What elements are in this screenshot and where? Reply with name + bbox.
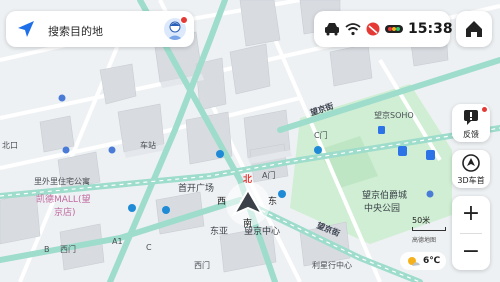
home-icon bbox=[466, 21, 482, 37]
poi-label: 西门 bbox=[60, 245, 76, 254]
compass-south: 南 bbox=[243, 219, 253, 229]
poi-label: 望京中心 bbox=[244, 227, 281, 237]
poi-label: A1 bbox=[112, 237, 123, 246]
poi-label: 里外里住宅公寓 bbox=[34, 177, 90, 186]
poi-label: 凯德MALL(望 bbox=[36, 195, 91, 205]
wifi-icon bbox=[345, 23, 361, 36]
poi-label: 东亚 bbox=[210, 227, 229, 237]
poi-label: 西门 bbox=[194, 261, 210, 270]
search-bar[interactable]: 搜索目的地 bbox=[6, 11, 194, 47]
poi-label: 京店) bbox=[54, 208, 76, 218]
status-bar: 15:38 bbox=[314, 11, 453, 47]
notification-dot bbox=[180, 16, 188, 24]
compass-west: 西 bbox=[217, 197, 227, 207]
temperature: 6℃ bbox=[423, 256, 441, 266]
home-button[interactable] bbox=[456, 11, 492, 47]
search-input[interactable]: 搜索目的地 bbox=[48, 23, 103, 39]
zoom-out-button[interactable]: − bbox=[452, 234, 490, 270]
feedback-button[interactable]: 反馈 bbox=[452, 104, 490, 142]
poi-label: 北口 bbox=[2, 141, 18, 150]
poi-label: C门 bbox=[314, 131, 328, 140]
poi-label: C bbox=[146, 243, 152, 252]
poi-label: B bbox=[44, 245, 50, 254]
view-3d-label: 3D车首 bbox=[457, 176, 485, 185]
zoom-in-button[interactable]: + bbox=[452, 196, 490, 232]
zoom-control: + − bbox=[452, 196, 490, 270]
poi-label: A门 bbox=[262, 171, 276, 180]
poi-label: 利星行中心 bbox=[312, 261, 352, 270]
compass-east: 东 bbox=[268, 197, 278, 207]
compass-3d-icon bbox=[462, 154, 480, 172]
poi-label: 首开广场 bbox=[178, 184, 215, 194]
view-3d-button[interactable]: 3D车首 bbox=[452, 150, 490, 188]
weather-badge: 6℃ bbox=[400, 252, 446, 270]
poi-label: 中央公园 bbox=[364, 204, 401, 214]
notification-dot bbox=[482, 107, 487, 112]
weather-sunny-icon bbox=[408, 257, 420, 266]
poi-label: 车站 bbox=[140, 141, 156, 150]
navigation-arrow-icon bbox=[18, 21, 34, 37]
map-credit: 高德地图 bbox=[412, 237, 437, 244]
traffic-light-icon bbox=[385, 25, 403, 33]
clock: 15:38 bbox=[408, 21, 453, 37]
compass-north: 北 bbox=[243, 175, 253, 185]
poi-label: 望京SOHO bbox=[374, 111, 414, 120]
scale-bar bbox=[412, 227, 446, 231]
feedback-label: 反馈 bbox=[463, 130, 479, 139]
poi-label: 望京伯爵城 bbox=[362, 191, 408, 201]
car-icon bbox=[325, 23, 339, 36]
mute-icon bbox=[366, 22, 380, 36]
scale-label: 50米 bbox=[412, 216, 431, 225]
